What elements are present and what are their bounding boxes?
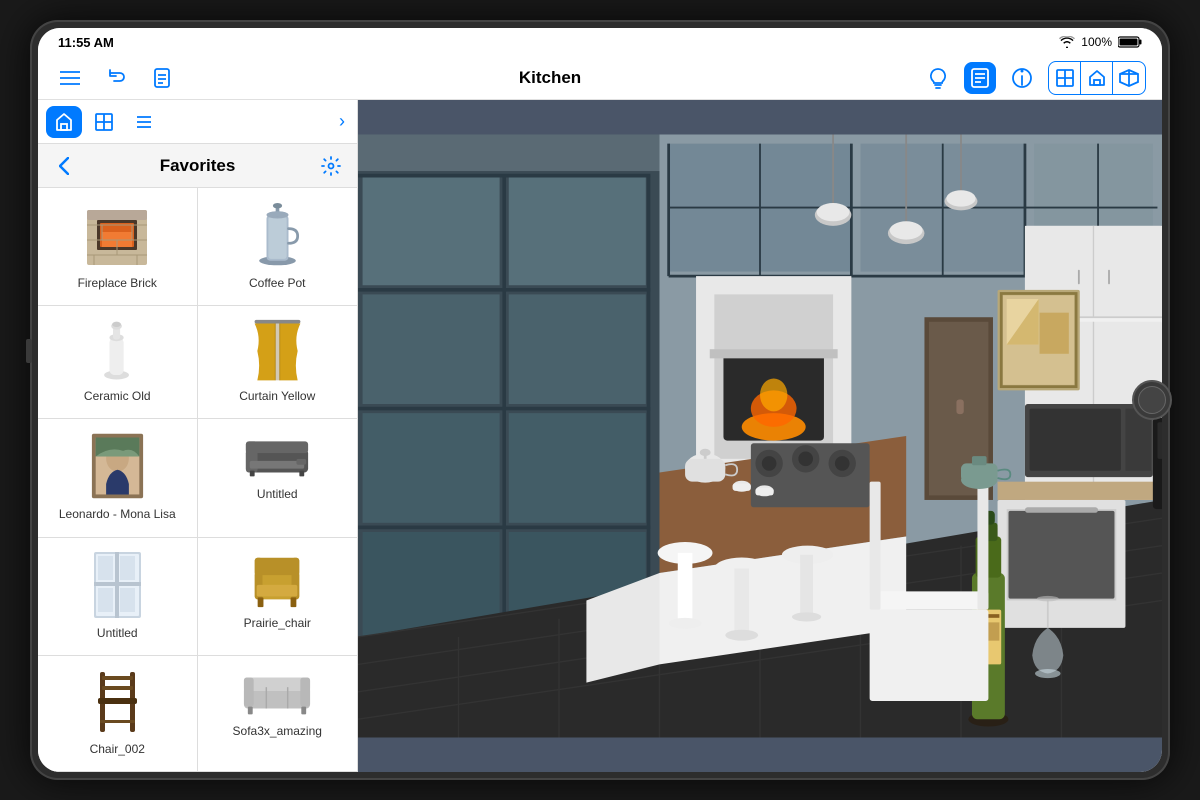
- document-button[interactable]: [146, 62, 178, 94]
- status-bar: 11:55 AM 100%: [38, 28, 1162, 56]
- wifi-icon: [1059, 36, 1075, 48]
- list-item[interactable]: Fireplace Brick: [38, 188, 198, 306]
- toolbar-left: [54, 62, 214, 94]
- undo-button[interactable]: [100, 62, 132, 94]
- back-button[interactable]: [50, 152, 78, 180]
- item-label-chair002: Chair_002: [90, 742, 145, 758]
- favorites-grid: Fireplace Brick: [38, 188, 357, 772]
- item-thumbnail-sofa: [242, 431, 312, 481]
- tab-home[interactable]: [46, 106, 82, 138]
- list-item[interactable]: Prairie_chair: [198, 538, 358, 656]
- lightbulb-button[interactable]: [922, 62, 954, 94]
- tablet-frame: 11:55 AM 100%: [30, 20, 1170, 780]
- sidebar-tab-bar: ›: [38, 100, 357, 144]
- list-item[interactable]: Untitled: [198, 419, 358, 537]
- item-label-ceramic: Ceramic Old: [84, 389, 151, 405]
- sidebar-more-button[interactable]: ›: [335, 111, 349, 132]
- toolbar-title: Kitchen: [226, 68, 874, 88]
- item-label-untitled-window: Untitled: [97, 626, 138, 642]
- list-item[interactable]: Curtain Yellow: [198, 306, 358, 419]
- tablet-screen: 11:55 AM 100%: [38, 28, 1162, 772]
- main-content: › Favorites: [38, 100, 1162, 772]
- item-thumbnail-coffeepot: [250, 200, 305, 270]
- camera-button: [26, 339, 32, 363]
- view-toggle-group: [1048, 61, 1146, 95]
- list-item[interactable]: Leonardo - Mona Lisa: [38, 419, 198, 537]
- item-thumbnail-monalisa: [90, 431, 145, 501]
- floorplan-view-button[interactable]: [1049, 62, 1081, 94]
- item-thumbnail-fireplace: [82, 200, 152, 270]
- list-item[interactable]: Ceramic Old: [38, 306, 198, 419]
- battery-percent: 100%: [1081, 35, 1112, 49]
- item-thumbnail-prairie-chair: [247, 550, 307, 610]
- toolbar-right: [886, 61, 1146, 95]
- item-label-prairie-chair: Prairie_chair: [244, 616, 311, 632]
- sidebar-title: Favorites: [86, 156, 309, 176]
- item-thumbnail-chair002: [90, 668, 145, 736]
- list-item[interactable]: Untitled: [38, 538, 198, 656]
- item-thumbnail-sofa3x: [242, 668, 312, 718]
- library-button[interactable]: [964, 62, 996, 94]
- kitchen-scene-svg: [358, 100, 1162, 772]
- 3d-view[interactable]: [358, 100, 1162, 772]
- item-label-monalisa: Leonardo - Mona Lisa: [59, 507, 176, 523]
- battery-icon: [1118, 36, 1142, 48]
- tab-list[interactable]: [126, 106, 162, 138]
- list-item[interactable]: Chair_002: [38, 656, 198, 772]
- item-thumbnail-ceramic: [97, 318, 137, 383]
- menu-button[interactable]: [54, 62, 86, 94]
- sidebar: › Favorites: [38, 100, 358, 772]
- item-label-sofa3x: Sofa3x_amazing: [233, 724, 322, 740]
- info-button[interactable]: [1006, 62, 1038, 94]
- list-item[interactable]: Sofa3x_amazing: [198, 656, 358, 772]
- item-thumbnail-curtain: [250, 318, 305, 383]
- item-label-coffeepot: Coffee Pot: [249, 276, 305, 292]
- tab-floorplan[interactable]: [86, 106, 122, 138]
- list-item[interactable]: Coffee Pot: [198, 188, 358, 306]
- item-label-untitled-sofa: Untitled: [257, 487, 298, 503]
- item-label-fireplace: Fireplace Brick: [78, 276, 157, 292]
- status-icons: 100%: [1059, 35, 1142, 49]
- item-thumbnail-window: [90, 550, 145, 620]
- item-label-curtain: Curtain Yellow: [239, 389, 315, 405]
- status-time: 11:55 AM: [58, 35, 114, 50]
- favorites-settings-button[interactable]: [317, 152, 345, 180]
- home-button[interactable]: [1132, 380, 1172, 420]
- home-button-inner: [1138, 386, 1166, 414]
- title-text: Kitchen: [519, 68, 581, 87]
- house-view-button[interactable]: [1081, 62, 1113, 94]
- favorites-header: Favorites: [38, 144, 357, 188]
- 3d-view-button[interactable]: [1113, 62, 1145, 94]
- toolbar: Kitchen: [38, 56, 1162, 100]
